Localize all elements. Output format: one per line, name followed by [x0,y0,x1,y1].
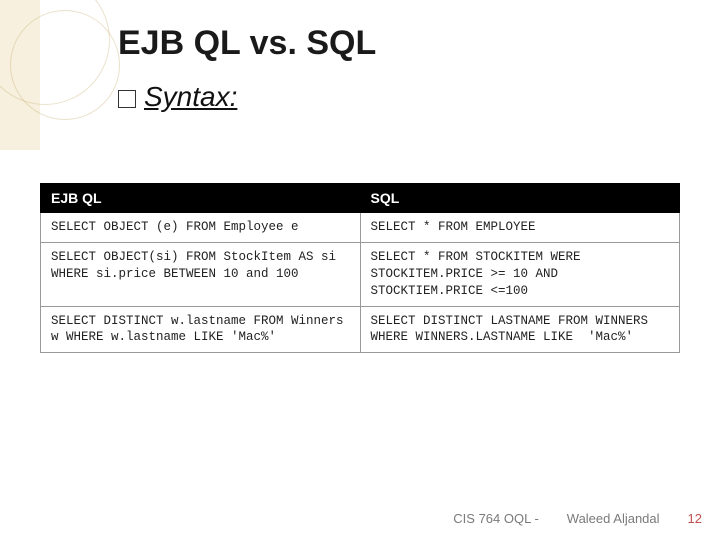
cell-sql: SELECT * FROM EMPLOYEE [360,213,680,243]
square-bullet-icon [118,90,136,108]
table-row: SELECT OBJECT(si) FROM StockItem AS si W… [41,242,680,306]
comparison-table: EJB QL SQL SELECT OBJECT (e) FROM Employ… [40,183,680,353]
table-row: SELECT DISTINCT w.lastname FROM Winners … [41,306,680,353]
cell-sql: SELECT DISTINCT LASTNAME FROM WINNERS WH… [360,306,680,353]
slide-content: EJB QL vs. SQL Syntax: EJB QL SQL SELECT… [0,0,720,353]
table-row: SELECT OBJECT (e) FROM Employee e SELECT… [41,213,680,243]
table-header-sql: SQL [360,184,680,213]
cell-ejbql: SELECT OBJECT (e) FROM Employee e [41,213,361,243]
footer-course: CIS 764 OQL - [453,511,539,526]
slide-title: EJB QL vs. SQL [118,24,720,63]
slide-footer: CIS 764 OQL - Waleed Aljandal 12 [453,511,702,526]
table-header-ejbql: EJB QL [41,184,361,213]
subtitle-row: Syntax: [118,81,720,113]
cell-ejbql: SELECT DISTINCT w.lastname FROM Winners … [41,306,361,353]
cell-sql: SELECT * FROM STOCKITEM WERE STOCKITEM.P… [360,242,680,306]
subtitle-text: Syntax: [144,81,237,113]
footer-page-number: 12 [688,511,702,526]
cell-ejbql: SELECT OBJECT(si) FROM StockItem AS si W… [41,242,361,306]
comparison-table-wrap: EJB QL SQL SELECT OBJECT (e) FROM Employ… [0,183,720,353]
footer-author: Waleed Aljandal [567,511,660,526]
